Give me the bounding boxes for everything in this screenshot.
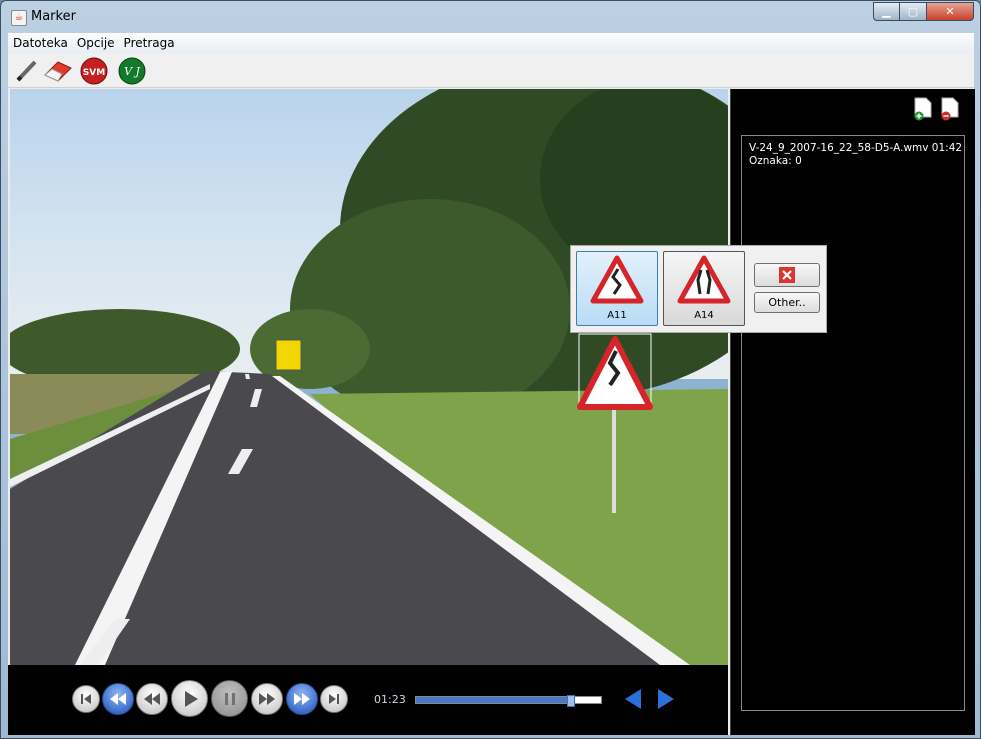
skip-start-button[interactable]	[72, 685, 100, 713]
title-bar: ☕ Marker ▁ ▢ ✕	[1, 1, 980, 33]
sign-a14-icon	[677, 255, 731, 304]
fast-rewind-button[interactable]	[102, 683, 134, 715]
sign-a11-label: A11	[607, 310, 627, 321]
toolbar: SVM V J	[8, 53, 974, 88]
content-area: Datoteka Opcije Pretraga SVM V J 01:23 V…	[8, 33, 975, 735]
sign-a11-icon	[590, 255, 644, 304]
svm-label: SVM	[83, 68, 105, 78]
seek-bar-thumb[interactable]	[566, 695, 575, 707]
vj-icon[interactable]: V J	[118, 57, 146, 85]
marker-window: ☕ Marker ▁ ▢ ✕ Datoteka Opcije Pretraga …	[0, 0, 981, 739]
add-file-icon[interactable]	[913, 97, 933, 121]
menu-pretraga[interactable]: Pretraga	[120, 36, 179, 50]
seek-bar[interactable]	[415, 695, 602, 707]
sidebar: V-24_9_2007-16_22_58-D5-A.wmv 01:42 Ozna…	[730, 89, 975, 735]
window-title: Marker	[31, 9, 76, 24]
file-list[interactable]: V-24_9_2007-16_22_58-D5-A.wmv 01:42 Ozna…	[741, 135, 965, 711]
rewind-button[interactable]	[136, 683, 168, 715]
skip-end-button[interactable]	[320, 685, 348, 713]
java-icon: ☕	[11, 10, 27, 26]
play-button[interactable]	[171, 680, 208, 717]
vj-label: V J	[124, 65, 140, 78]
sign-picker-popup: A11 A14 Other..	[570, 245, 827, 333]
menu-opcije[interactable]: Opcije	[73, 36, 119, 50]
pause-button[interactable]	[211, 680, 248, 717]
next-frame-icon[interactable]	[656, 687, 676, 714]
menu-bar: Datoteka Opcije Pretraga	[8, 33, 974, 53]
video-frame[interactable]	[10, 89, 728, 665]
seek-bar-fill	[416, 697, 570, 703]
player-controls: 01:23	[8, 665, 728, 735]
previous-frame-icon[interactable]	[623, 687, 643, 714]
popup-close-button[interactable]	[754, 263, 820, 287]
sign-button-a14[interactable]: A14	[663, 251, 745, 326]
svm-icon[interactable]: SVM	[80, 57, 108, 85]
eraser-icon[interactable]	[42, 57, 72, 85]
fast-forward-button[interactable]	[286, 683, 318, 715]
pencil-icon[interactable]	[12, 57, 40, 85]
maximize-button[interactable]: ▢	[900, 2, 927, 21]
other-button[interactable]: Other..	[754, 292, 820, 313]
playback-time: 01:23	[374, 693, 406, 706]
close-icon	[779, 267, 795, 283]
sign-button-a11[interactable]: A11	[576, 251, 658, 326]
close-window-button[interactable]: ✕	[927, 2, 974, 21]
file-entry[interactable]: V-24_9_2007-16_22_58-D5-A.wmv 01:42	[749, 142, 962, 154]
sign-a14-label: A14	[694, 310, 714, 321]
remove-file-icon[interactable]	[940, 97, 960, 121]
road-scene	[10, 89, 728, 665]
forward-button[interactable]	[251, 683, 283, 715]
minimize-button[interactable]: ▁	[873, 2, 900, 21]
marks-count: Oznaka: 0	[749, 155, 802, 167]
menu-datoteka[interactable]: Datoteka	[9, 36, 72, 50]
